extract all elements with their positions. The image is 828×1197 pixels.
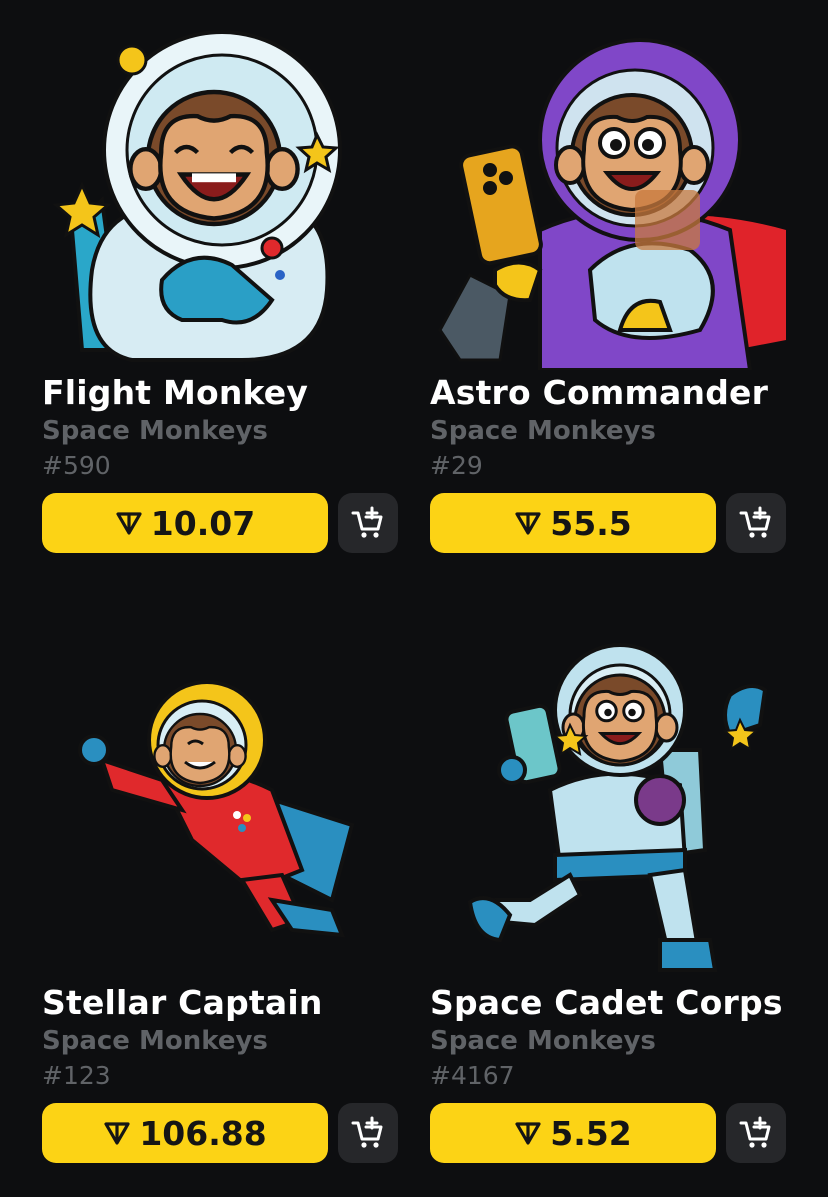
- flight-monkey-image: [52, 30, 342, 362]
- add-to-cart-button[interactable]: [338, 493, 398, 553]
- item-number: #590: [42, 451, 111, 480]
- buy-button[interactable]: 55.5: [430, 493, 716, 553]
- nft-card[interactable]: Flight Monkey Space Monkeys #590 10.07: [42, 30, 398, 555]
- price-value: 55.5: [550, 503, 632, 543]
- item-number: #29: [430, 451, 483, 480]
- nft-card[interactable]: Stellar Captain Space Monkeys #123 106.8…: [42, 640, 398, 1165]
- space-cadet-corps-image: [467, 643, 768, 972]
- buy-button[interactable]: 10.07: [42, 493, 328, 553]
- buy-button[interactable]: 5.52: [430, 1103, 716, 1163]
- add-to-cart-icon: [739, 506, 771, 538]
- item-title: Space Cadet Corps: [430, 983, 783, 1022]
- item-title: Flight Monkey: [42, 373, 309, 412]
- price-value: 106.88: [139, 1113, 267, 1153]
- add-to-cart-button[interactable]: [726, 1103, 786, 1163]
- collection-name: Space Monkeys: [430, 1026, 656, 1056]
- collection-name: Space Monkeys: [42, 416, 268, 446]
- add-to-cart-icon: [351, 506, 383, 538]
- ton-icon: [104, 1122, 130, 1145]
- item-title: Astro Commander: [430, 373, 769, 412]
- add-to-cart-icon: [739, 1116, 771, 1148]
- item-number: #4167: [430, 1061, 515, 1090]
- ton-icon: [515, 512, 541, 535]
- price-value: 5.52: [550, 1113, 632, 1153]
- astro-commander-image: [438, 38, 786, 370]
- ton-icon: [515, 1122, 541, 1145]
- item-title: Stellar Captain: [42, 983, 323, 1022]
- stellar-captain-image: [78, 680, 355, 938]
- item-number: #123: [42, 1061, 111, 1090]
- collection-name: Space Monkeys: [430, 416, 656, 446]
- add-to-cart-button[interactable]: [338, 1103, 398, 1163]
- buy-button[interactable]: 106.88: [42, 1103, 328, 1163]
- collection-name: Space Monkeys: [42, 1026, 268, 1056]
- add-to-cart-icon: [351, 1116, 383, 1148]
- nft-card[interactable]: Astro Commander Space Monkeys #29 55.5: [430, 30, 786, 555]
- price-value: 10.07: [150, 503, 256, 543]
- add-to-cart-button[interactable]: [726, 493, 786, 553]
- ton-icon: [116, 512, 142, 535]
- nft-card[interactable]: Space Cadet Corps Space Monkeys #4167 5.…: [430, 640, 786, 1165]
